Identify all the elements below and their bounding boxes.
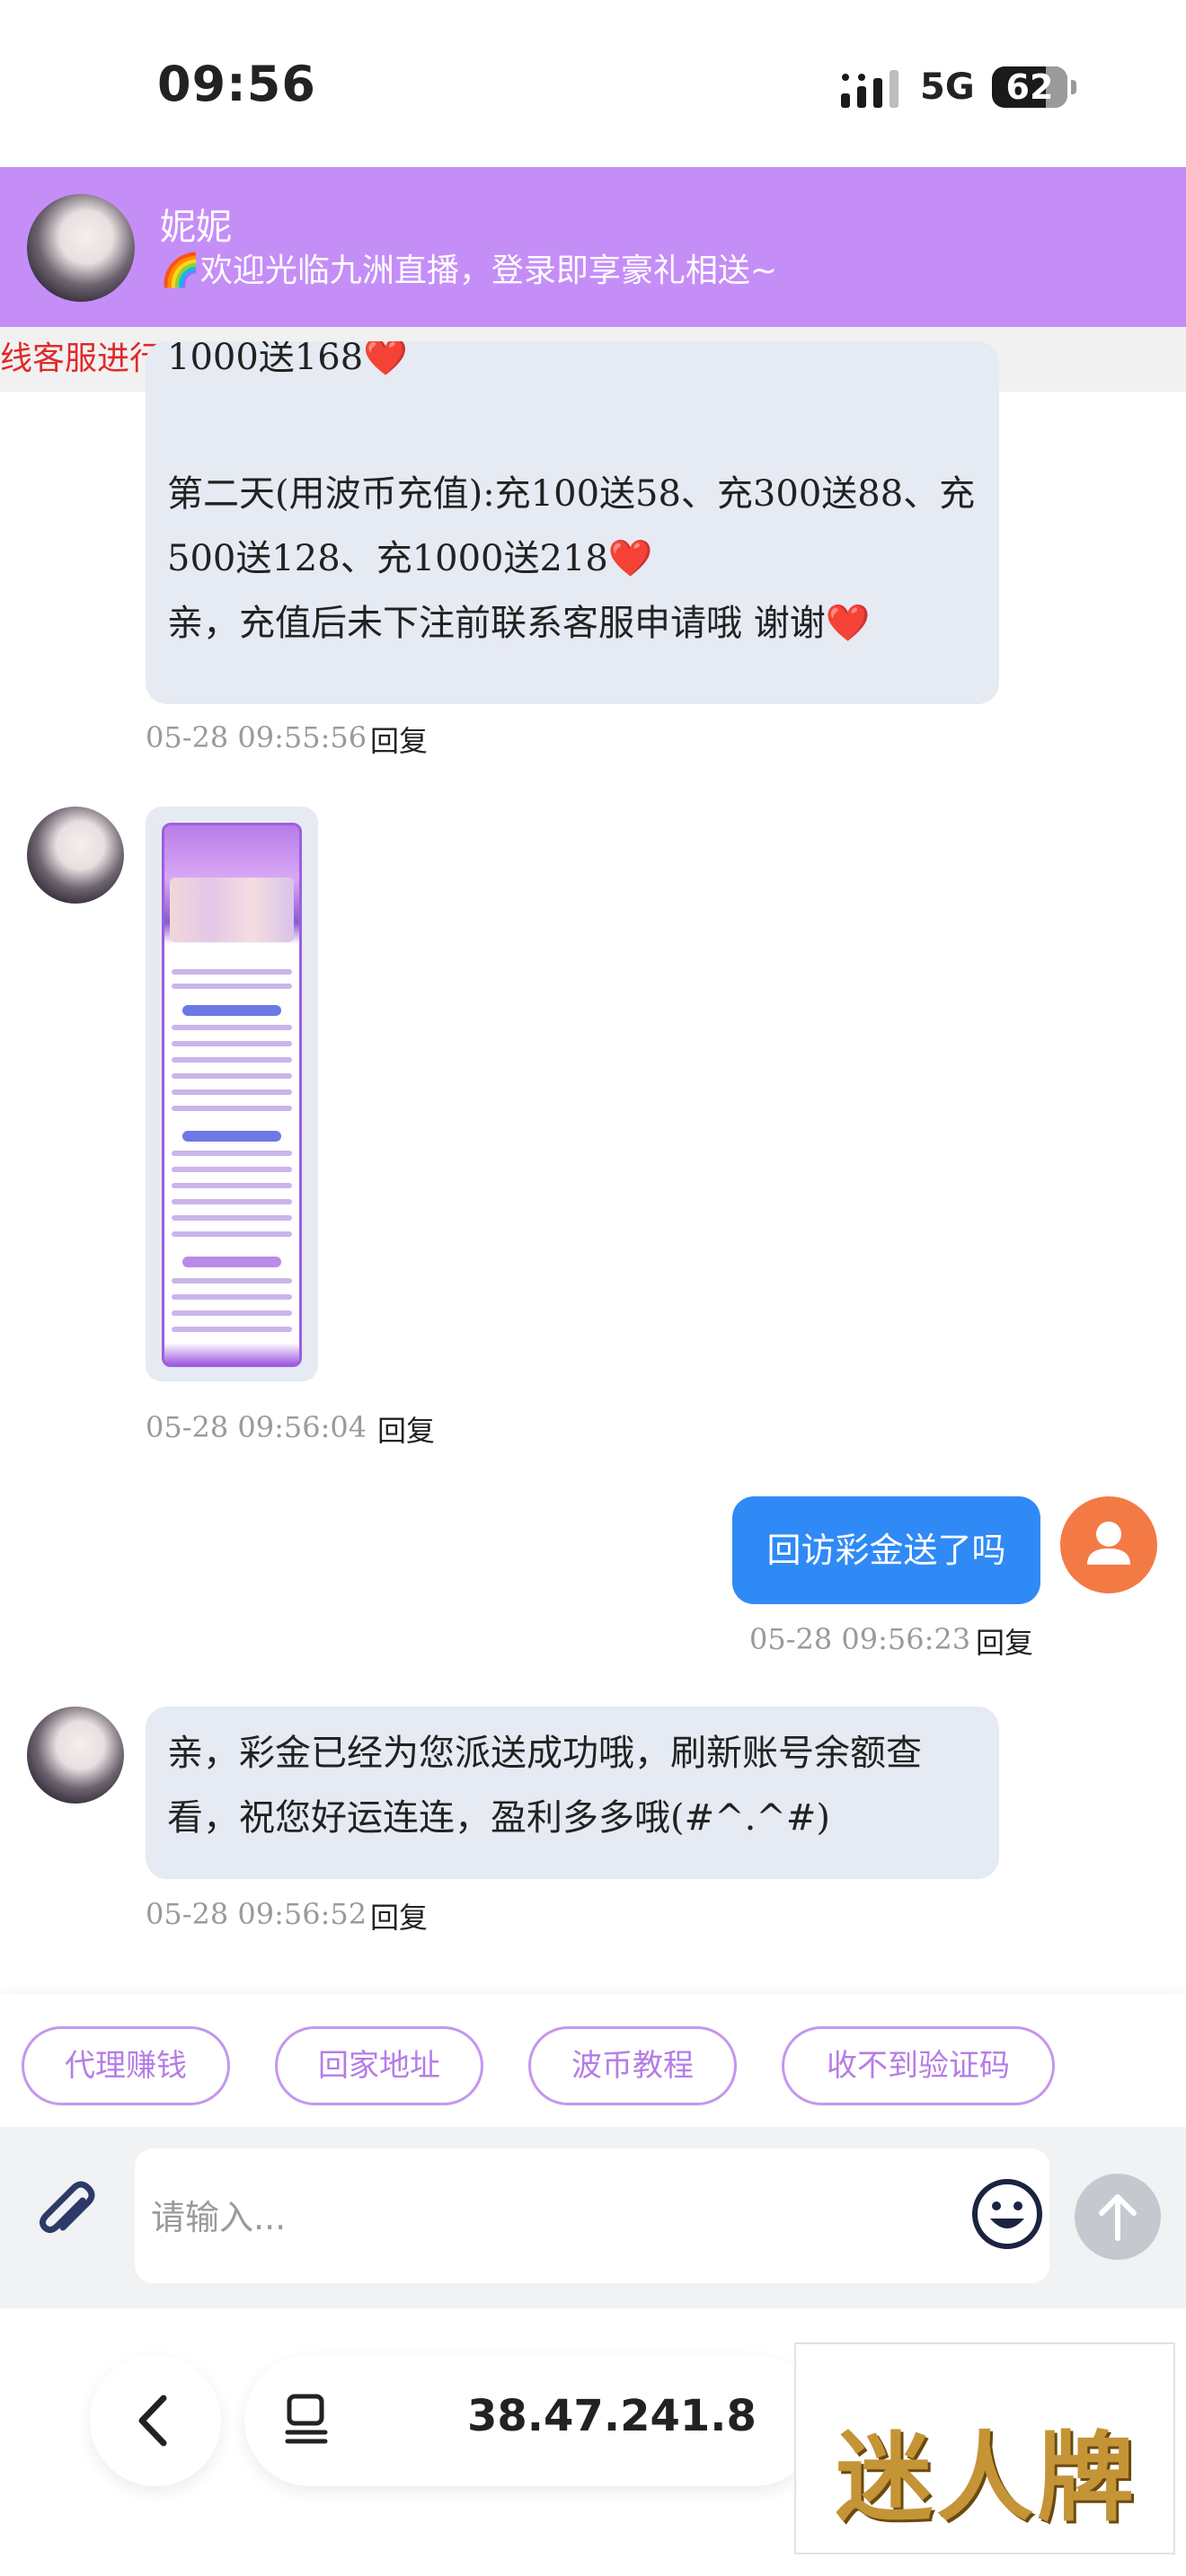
message-partial-line: 1000送168❤️ [167, 341, 976, 390]
signal-icon [841, 70, 898, 108]
send-button[interactable] [1075, 2174, 1161, 2260]
reply-button[interactable]: 回复 [976, 1620, 1033, 1662]
status-time: 09:56 [157, 56, 316, 112]
user-avatar[interactable] [1060, 1496, 1157, 1593]
user-message-bubble: 回访彩金送了吗 [732, 1496, 1040, 1604]
back-button[interactable] [90, 2355, 221, 2486]
message-line: 亲，彩金已经为您派送成功哦，刷新账号余额查 [167, 1733, 922, 1774]
quick-reply-chip[interactable]: 收不到验证码 [782, 2026, 1055, 2105]
agent-avatar[interactable] [27, 1707, 124, 1804]
agent-name: 妮妮 [160, 207, 232, 248]
promo-poster-image[interactable] [162, 823, 302, 1367]
quick-reply-chip[interactable]: 波币教程 [528, 2026, 737, 2105]
message-line: 第二天(用波币充值):充100送58、充300送88、充 [167, 473, 976, 515]
message-line: 亲，充值后未下注前联系客服申请哦 谢谢❤️ [167, 603, 871, 644]
user-icon [1087, 1522, 1130, 1565]
battery-tip [1071, 80, 1076, 94]
chevron-left-icon [138, 2395, 167, 2447]
quick-reply-chip[interactable]: 回家地址 [275, 2026, 483, 2105]
message-time: 05-28 09:56:04 [146, 1410, 367, 1444]
quick-reply-chip[interactable]: 代理赚钱 [22, 2026, 230, 2105]
address-bar-url: 38.47.241.8 [467, 2391, 757, 2441]
message-input-placeholder: 请输入... [151, 2198, 287, 2237]
message-bubble: 亲，彩金已经为您派送成功哦，刷新账号余额查 看，祝您好运连连，盈利多多哦(#^.… [146, 1707, 999, 1879]
smile-icon[interactable] [967, 2174, 1048, 2254]
message-bubble: 1000送168❤️ 第二天(用波币充值):充100送58、充300送88、充 … [146, 341, 999, 704]
battery-level: 62 [1005, 67, 1054, 107]
user-message-text: 回访彩金送了吗 [766, 1531, 1006, 1570]
reply-button[interactable]: 回复 [377, 1408, 435, 1450]
agent-avatar[interactable] [27, 194, 135, 302]
message-line: 看，祝您好运连连，盈利多多哦(#^.^#) [167, 1797, 830, 1839]
reply-button[interactable]: 回复 [370, 1895, 428, 1936]
network-label: 5G [920, 66, 975, 108]
arrow-up-icon [1099, 2194, 1137, 2241]
agent-avatar[interactable] [27, 807, 124, 904]
battery-indicator: 62 [992, 66, 1067, 108]
message-line: 500送128、充1000送218❤️ [167, 538, 653, 579]
tabs-icon[interactable] [280, 2389, 334, 2447]
paperclip-icon[interactable] [27, 2174, 108, 2254]
header-notice-text: 欢迎光临九洲直播，登录即享豪礼相送~ [199, 252, 777, 289]
header-notice: 🌈欢迎光临九洲直播，登录即享豪礼相送~ [160, 244, 777, 291]
message-time: 05-28 09:56:52 [146, 1897, 367, 1931]
message-input[interactable]: 请输入... [135, 2148, 1049, 2283]
message-time: 05-28 09:55:56 [146, 720, 367, 754]
heart-icon: ❤️ [363, 341, 408, 378]
rainbow-icon: 🌈 [160, 252, 200, 289]
watermark-text: 迷人牌 [836, 2422, 1138, 2535]
message-time: 05-28 09:56:23 [749, 1622, 971, 1656]
reply-button[interactable]: 回复 [370, 719, 428, 760]
